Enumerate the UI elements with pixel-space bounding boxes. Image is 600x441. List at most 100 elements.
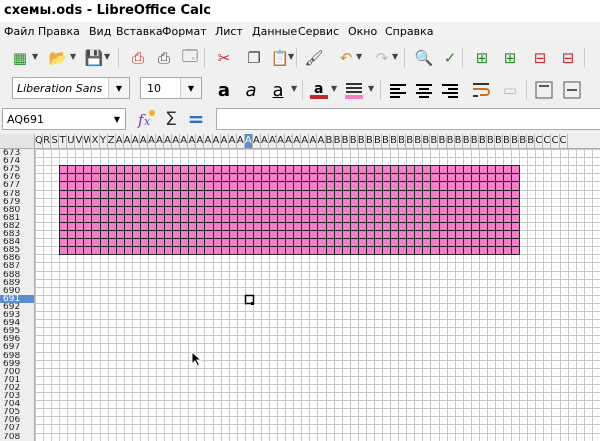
column-header[interactable]: BS [471, 134, 479, 148]
chevron-down-icon[interactable]: ▼ [288, 52, 296, 62]
row-header[interactable]: 678 [0, 190, 34, 198]
print-icon[interactable]: ⎙ [152, 46, 176, 70]
row-header[interactable]: 683 [0, 230, 34, 238]
align-middle-icon[interactable] [560, 78, 584, 102]
cell-grid[interactable] [35, 149, 600, 441]
column-header[interactable]: AY [309, 134, 318, 148]
align-left-icon[interactable] [386, 78, 410, 102]
column-header[interactable]: AZ [317, 134, 326, 148]
column-header[interactable]: AT [269, 134, 278, 148]
chevron-down-icon[interactable]: ▼ [109, 109, 125, 129]
column-header[interactable]: BL [414, 134, 423, 148]
chevron-down-icon[interactable]: ▼ [32, 52, 40, 62]
column-header[interactable]: T [59, 134, 68, 148]
column-header[interactable]: BE [358, 134, 366, 148]
chevron-down-icon[interactable]: ▼ [356, 52, 364, 62]
redo-icon[interactable]: ↷ [370, 46, 394, 70]
row-header[interactable]: 698 [0, 352, 34, 360]
chevron-down-icon[interactable]: ▼ [104, 52, 112, 62]
column-header[interactable]: Y [100, 134, 108, 148]
row-header[interactable]: 688 [0, 271, 34, 279]
row-header[interactable]: 701 [0, 376, 34, 384]
row-header[interactable]: 693 [0, 311, 34, 319]
row-header[interactable]: 682 [0, 222, 34, 230]
column-header[interactable]: BA [326, 134, 334, 148]
column-header[interactable]: AL [204, 134, 213, 148]
row-header[interactable]: 676 [0, 173, 34, 181]
column-header[interactable]: AR [253, 134, 261, 148]
merge-cells-icon[interactable]: ▭ [498, 78, 522, 102]
row-header[interactable]: 685 [0, 246, 34, 254]
underline-icon[interactable]: a [266, 78, 290, 102]
row-header[interactable]: 699 [0, 360, 34, 368]
column-header[interactable]: AK [196, 134, 205, 148]
column-header[interactable]: AX [301, 134, 310, 148]
new-spreadsheet-icon[interactable]: ▦ [8, 46, 32, 70]
menu-item[interactable]: Лист [215, 25, 243, 38]
column-header[interactable]: BM [422, 134, 431, 148]
italic-icon[interactable]: a [239, 78, 263, 102]
column-header[interactable]: AO [229, 134, 237, 148]
row-header[interactable]: 708 [0, 433, 34, 441]
open-folder-icon[interactable]: 📂 [46, 46, 70, 70]
align-top-icon[interactable] [532, 78, 556, 102]
row-header[interactable]: 705 [0, 408, 34, 416]
menu-item[interactable]: Вид [89, 25, 111, 38]
row-header[interactable]: 686 [0, 254, 34, 262]
chevron-down-icon[interactable]: ▼ [392, 52, 400, 62]
copy-icon[interactable]: ❐ [242, 46, 266, 70]
column-header[interactable]: BG [374, 134, 382, 148]
column-header[interactable]: AB [124, 134, 132, 148]
column-header[interactable]: BR [463, 134, 471, 148]
delete-rows-icon[interactable]: ⊟ [528, 46, 552, 70]
row-header[interactable]: 707 [0, 424, 34, 432]
column-header[interactable]: CD [560, 134, 568, 148]
row-header[interactable]: 681 [0, 214, 34, 222]
row-header[interactable]: 679 [0, 198, 34, 206]
column-header[interactable]: AE [148, 134, 157, 148]
column-header[interactable]: AH [172, 134, 181, 148]
font-color-icon[interactable]: a [307, 78, 331, 102]
column-header[interactable]: BW [503, 134, 512, 148]
column-header[interactable]: Z [108, 134, 116, 148]
clone-formatting-icon[interactable]: 🖌 [302, 46, 326, 70]
menu-item[interactable]: Файл [4, 25, 34, 38]
row-header[interactable]: 680 [0, 206, 34, 214]
row-header[interactable]: 697 [0, 343, 34, 351]
column-header[interactable]: U [67, 134, 76, 148]
row-header[interactable]: 689 [0, 279, 34, 287]
row-header[interactable]: 702 [0, 384, 34, 392]
menu-item[interactable]: Данные [252, 25, 297, 38]
column-header[interactable]: BC [342, 134, 350, 148]
menu-item[interactable]: Вставка [116, 25, 163, 38]
menu-item[interactable]: Сервис [298, 25, 339, 38]
row-header[interactable]: 694 [0, 319, 34, 327]
chevron-down-icon[interactable]: ▼ [180, 78, 201, 98]
column-header[interactable]: S [51, 134, 60, 148]
row-header[interactable]: 691 [0, 294, 34, 303]
column-header[interactable]: AG [164, 134, 173, 148]
column-header[interactable]: CA [535, 134, 544, 148]
column-header[interactable]: AI [180, 134, 189, 148]
function-wizard-icon[interactable]: f x [134, 107, 158, 131]
wrap-text-icon[interactable] [470, 78, 494, 102]
row-header[interactable]: 690 [0, 287, 34, 295]
row-header[interactable]: 706 [0, 416, 34, 424]
cut-icon[interactable]: ✂ [212, 46, 236, 70]
column-header[interactable]: BO [439, 134, 447, 148]
column-header[interactable]: BT [479, 134, 487, 148]
sum-icon[interactable]: Σ [159, 107, 183, 131]
column-header[interactable]: AA [116, 134, 124, 148]
highlight-color-icon[interactable] [342, 78, 366, 102]
chevron-down-icon[interactable]: ▼ [331, 84, 339, 94]
row-header[interactable]: 684 [0, 238, 34, 246]
column-header[interactable]: AC [132, 134, 140, 148]
column-header[interactable]: AN [221, 134, 229, 148]
row-header[interactable]: 674 [0, 157, 34, 165]
print-preview-icon[interactable]: 🗔 [178, 46, 202, 70]
row-header[interactable]: 673 [0, 149, 34, 157]
column-header[interactable]: BP [447, 134, 455, 148]
column-header[interactable]: BX [511, 134, 520, 148]
row-header[interactable]: 704 [0, 400, 34, 408]
column-header[interactable]: BI [390, 134, 399, 148]
